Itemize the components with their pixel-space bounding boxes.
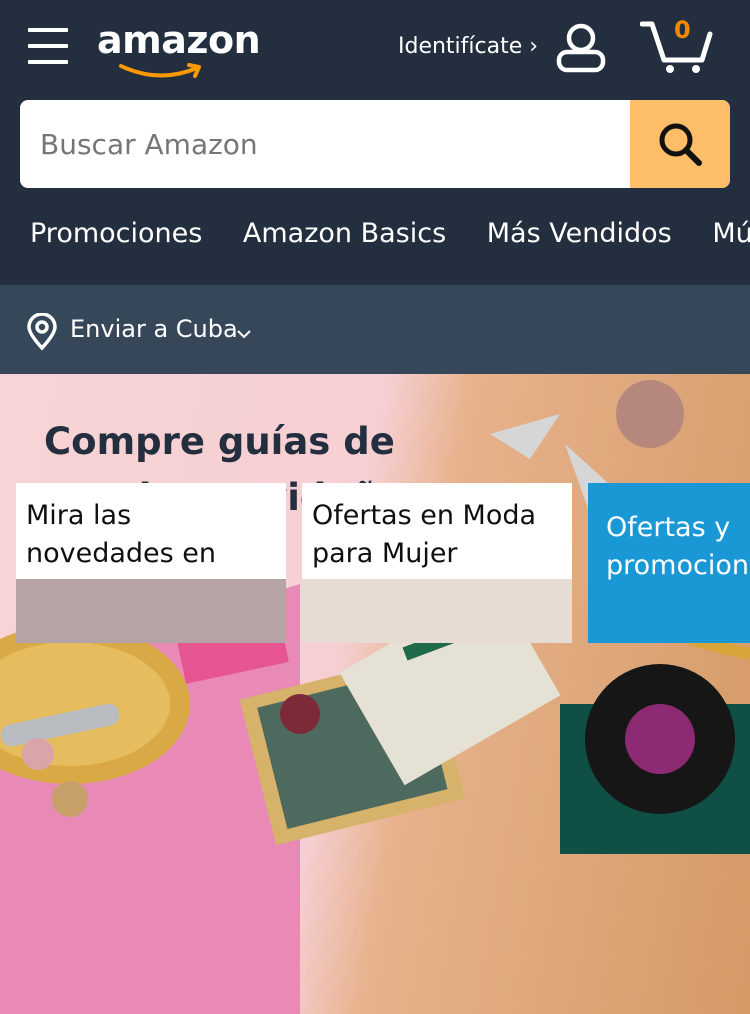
category-nav: Promociones Amazon Basics Más Vendidos M…: [30, 218, 750, 249]
search-input[interactable]: [20, 100, 630, 188]
location-label: Enviar a Cuba: [70, 315, 238, 343]
signin-link[interactable]: Identifícate ›: [398, 34, 538, 59]
card-title: Ofertas y promocione: [606, 512, 750, 581]
hero-banner[interactable]: Compre guías de regalos navideños: [0, 374, 750, 1014]
card-image: [302, 579, 572, 643]
cart-count: 0: [674, 16, 691, 44]
delivery-location-bar[interactable]: Enviar a Cuba: [0, 285, 750, 374]
amazon-logo[interactable]: amazon: [97, 18, 261, 78]
search-button[interactable]: [630, 100, 730, 188]
card-moda-mujer[interactable]: Ofertas en Moda para Mujer: [302, 483, 572, 643]
nav-item-mas-vendidos[interactable]: Más Vendidos: [487, 218, 672, 249]
card-hogar[interactable]: Mira las novedades en Hogar: [16, 483, 286, 643]
search-icon: [659, 123, 702, 166]
cart-button[interactable]: 0: [639, 16, 714, 76]
card-ofertas[interactable]: Ofertas y promocione: [588, 483, 750, 643]
location-pin-icon: [27, 313, 57, 351]
nav-item-amazon-basics[interactable]: Amazon Basics: [243, 218, 446, 249]
card-title: Ofertas en Moda para Mujer: [312, 500, 537, 569]
menu-icon[interactable]: [28, 28, 68, 64]
chevron-down-icon: [237, 330, 251, 339]
nav-item-promociones[interactable]: Promociones: [30, 218, 202, 249]
logo-smile-icon: [119, 63, 201, 78]
top-header: amazon Identifícate › 0 Promociones Amaz…: [0, 0, 750, 285]
search-bar: [20, 100, 730, 188]
nav-item-musica[interactable]: Mús: [712, 218, 750, 249]
user-icon[interactable]: [555, 22, 607, 74]
card-image: [16, 579, 286, 643]
